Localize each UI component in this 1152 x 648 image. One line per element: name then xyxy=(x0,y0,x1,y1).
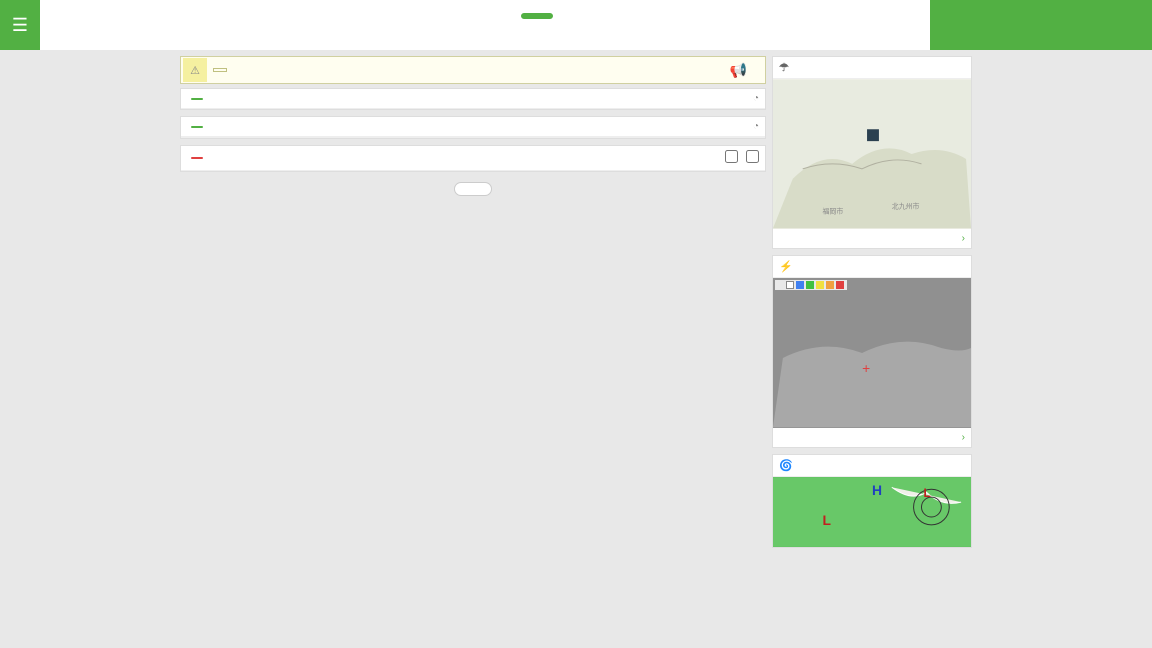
weathermap-panel: 🌀 HLL xyxy=(772,454,972,548)
radar-map[interactable]: 福岡市 北九州市 xyxy=(773,79,971,229)
alert-badge[interactable] xyxy=(213,68,227,72)
svg-text:北九州市: 北九州市 xyxy=(892,201,920,210)
radar-more[interactable]: › xyxy=(773,229,971,248)
obs-legend-toggle[interactable]: ◔ xyxy=(753,93,759,104)
hourly-panel: ◔ xyxy=(180,116,766,139)
title-area xyxy=(40,0,930,50)
warning-icon: ⚠ xyxy=(183,58,207,82)
svg-text:L: L xyxy=(823,512,832,528)
lightning-panel: ⚡ + › xyxy=(772,255,972,448)
megaphone-icon: 📢 xyxy=(730,62,747,79)
svg-text:H: H xyxy=(872,482,882,498)
weather-map[interactable]: H L L xyxy=(773,477,971,547)
svg-text:+: + xyxy=(862,360,870,376)
svg-text:福岡市: 福岡市 xyxy=(823,206,844,215)
radar-panel: ☂ 福岡市北九州市 › xyxy=(772,56,972,249)
obs-status-badge xyxy=(191,98,203,100)
weekly-panel xyxy=(180,145,766,172)
logout-button[interactable] xyxy=(520,12,554,20)
news-ticker[interactable]: 📢 xyxy=(730,62,765,79)
menu-button[interactable]: ☰ xyxy=(0,0,40,50)
lightning-map[interactable]: + xyxy=(773,278,971,428)
customize-button[interactable] xyxy=(454,182,492,196)
lightning-more[interactable]: › xyxy=(773,428,971,447)
alert-bar: ⚠ 📢 xyxy=(180,56,766,84)
svg-text:L: L xyxy=(923,486,930,500)
observation-panel: ◔ xyxy=(180,88,766,110)
